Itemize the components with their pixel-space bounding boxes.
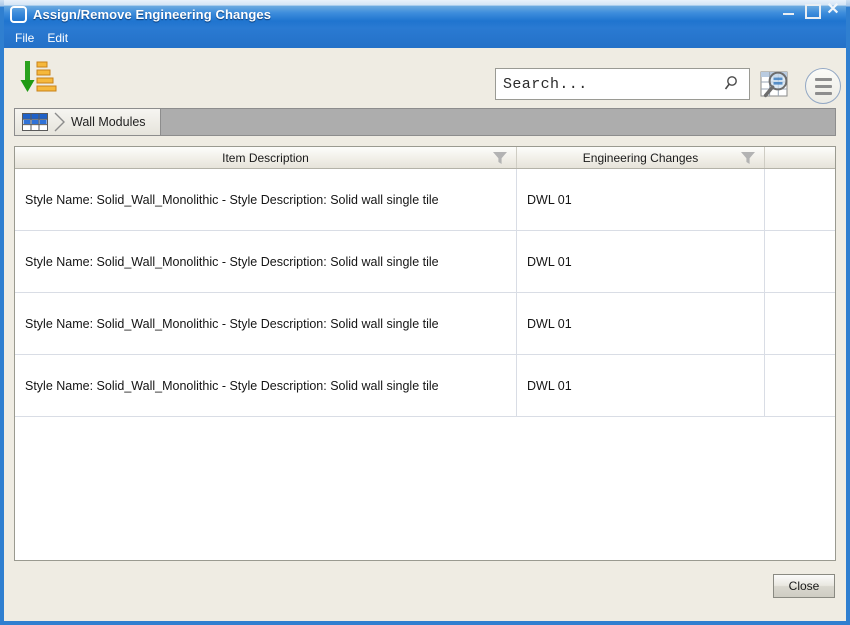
client-area: Search... Wall Modules Item Description … <box>4 48 846 621</box>
grid-body: Style Name: Solid_Wall_Monolithic - Styl… <box>15 169 835 417</box>
cell-spacer <box>765 355 835 416</box>
cell-engineering-changes: DWL 01 <box>517 231 765 292</box>
maximize-icon[interactable] <box>804 2 821 19</box>
funnel-filter-icon[interactable] <box>740 151 756 165</box>
breadcrumb: Wall Modules <box>14 108 836 136</box>
menu-item-file[interactable]: File <box>12 30 41 47</box>
footer: Close <box>4 561 846 621</box>
breadcrumb-item-label: Wall Modules <box>71 115 146 129</box>
table-row[interactable]: Style Name: Solid_Wall_Monolithic - Styl… <box>15 293 835 355</box>
cell-engineering-changes: DWL 01 <box>517 169 765 230</box>
close-button[interactable]: Close <box>773 574 835 598</box>
cell-spacer <box>765 231 835 292</box>
breadcrumb-item-wall-modules[interactable]: Wall Modules <box>15 109 161 135</box>
column-header-engineering-changes[interactable]: Engineering Changes <box>517 147 765 168</box>
column-header-label: Item Description <box>222 150 309 165</box>
hamburger-menu-icon[interactable] <box>805 68 841 104</box>
menu-item-edit[interactable]: Edit <box>44 30 75 47</box>
close-icon[interactable]: ✕ <box>826 2 840 18</box>
search-input[interactable]: Search... <box>495 68 750 100</box>
application-window: Assign/Remove Engineering Changes ✕ File… <box>0 0 850 625</box>
data-grid: Item Description Engineering Changes Sty… <box>14 146 836 561</box>
table-row[interactable]: Style Name: Solid_Wall_Monolithic - Styl… <box>15 355 835 417</box>
funnel-filter-icon[interactable] <box>492 151 508 165</box>
column-header-item-description[interactable]: Item Description <box>15 147 517 168</box>
cell-item-description: Style Name: Solid_Wall_Monolithic - Styl… <box>15 231 517 292</box>
title-bar[interactable]: Assign/Remove Engineering Changes ✕ <box>4 0 846 28</box>
toolbar: Search... <box>4 48 846 105</box>
table-row[interactable]: Style Name: Solid_Wall_Monolithic - Styl… <box>15 231 835 293</box>
search-input-value[interactable]: Search... <box>496 76 721 93</box>
menu-bar: File Edit <box>4 28 846 48</box>
hamburger-line-1 <box>814 77 832 81</box>
table-grid-icon <box>22 113 48 131</box>
column-header-label: Engineering Changes <box>582 150 699 165</box>
cell-item-description: Style Name: Solid_Wall_Monolithic - Styl… <box>15 355 517 416</box>
window-title: Assign/Remove Engineering Changes <box>33 6 272 22</box>
cell-item-description: Style Name: Solid_Wall_Monolithic - Styl… <box>15 293 517 354</box>
cell-item-description: Style Name: Solid_Wall_Monolithic - Styl… <box>15 169 517 230</box>
minimize-icon[interactable] <box>782 2 796 18</box>
hamburger-line-3 <box>814 91 832 95</box>
window-controls: ✕ <box>782 2 840 19</box>
hamburger-line-2 <box>814 84 832 88</box>
app-icon <box>10 5 27 23</box>
magnifier-icon[interactable] <box>721 72 745 96</box>
column-header-spacer <box>765 147 835 168</box>
grid-header-row: Item Description Engineering Changes <box>15 147 835 169</box>
sort-descending-icon[interactable] <box>18 59 58 95</box>
cell-engineering-changes: DWL 01 <box>517 355 765 416</box>
cell-spacer <box>765 169 835 230</box>
window-inner: Assign/Remove Engineering Changes ✕ File… <box>4 0 846 621</box>
grid-search-icon[interactable] <box>758 68 794 104</box>
cell-engineering-changes: DWL 01 <box>517 293 765 354</box>
chevron-right-icon <box>53 111 66 133</box>
cell-spacer <box>765 293 835 354</box>
table-row[interactable]: Style Name: Solid_Wall_Monolithic - Styl… <box>15 169 835 231</box>
